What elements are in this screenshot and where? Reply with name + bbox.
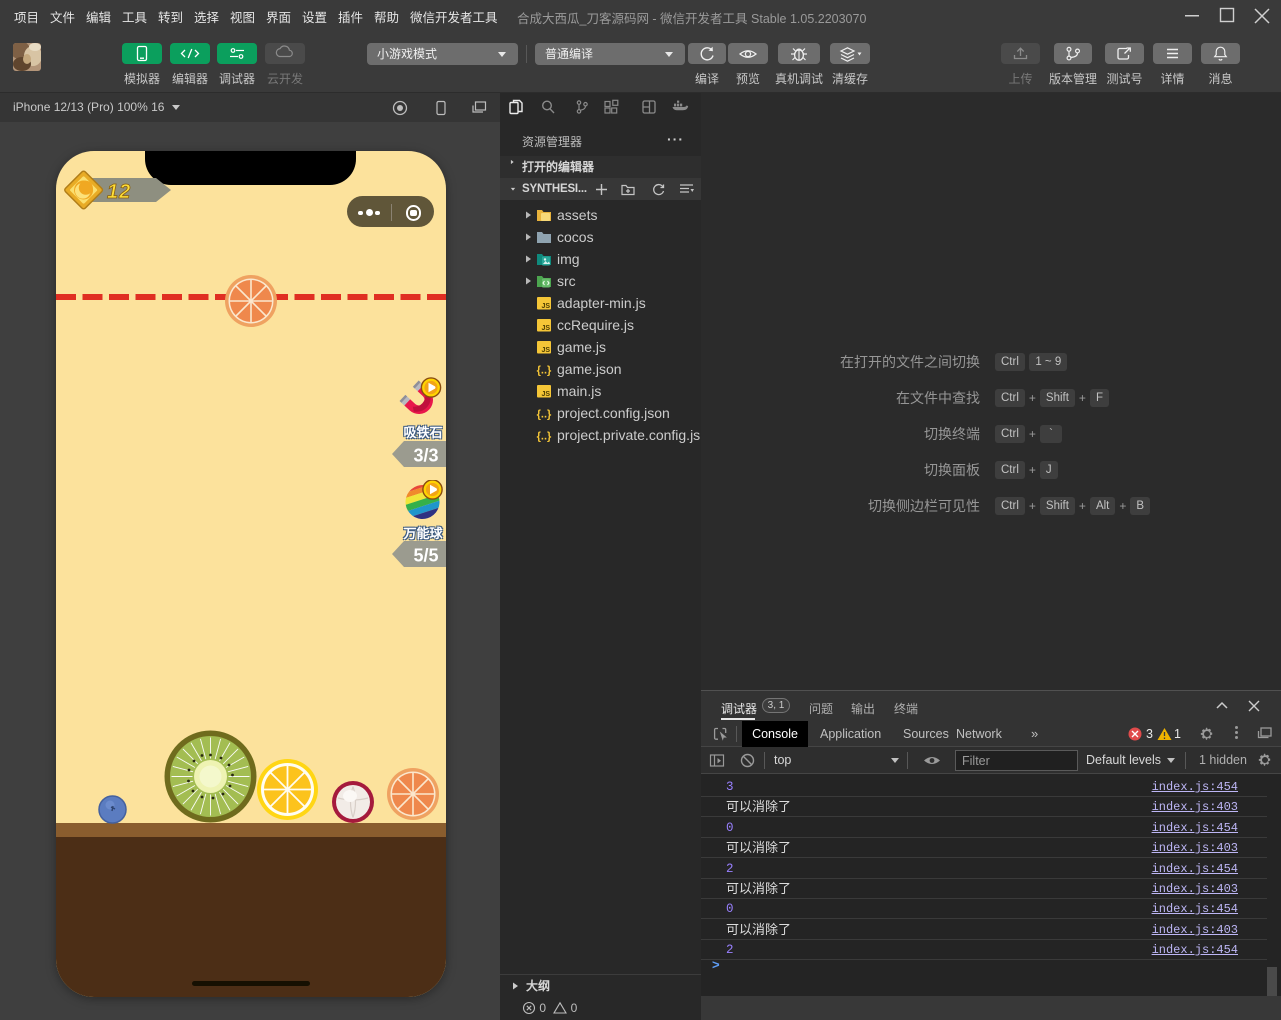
svg-text:5/5: 5/5: [413, 546, 438, 566]
svg-text:JS: JS: [541, 325, 550, 332]
svg-text:{..}: {..}: [537, 431, 552, 443]
svg-text:JS: JS: [541, 391, 550, 398]
svg-text:{..}: {..}: [537, 409, 552, 421]
svg-text:JS: JS: [541, 347, 550, 354]
svg-text:3/3: 3/3: [413, 446, 438, 466]
svg-text:{..}: {..}: [537, 365, 552, 377]
svg-text:12: 12: [107, 181, 131, 203]
svg-text:JS: JS: [541, 303, 550, 310]
